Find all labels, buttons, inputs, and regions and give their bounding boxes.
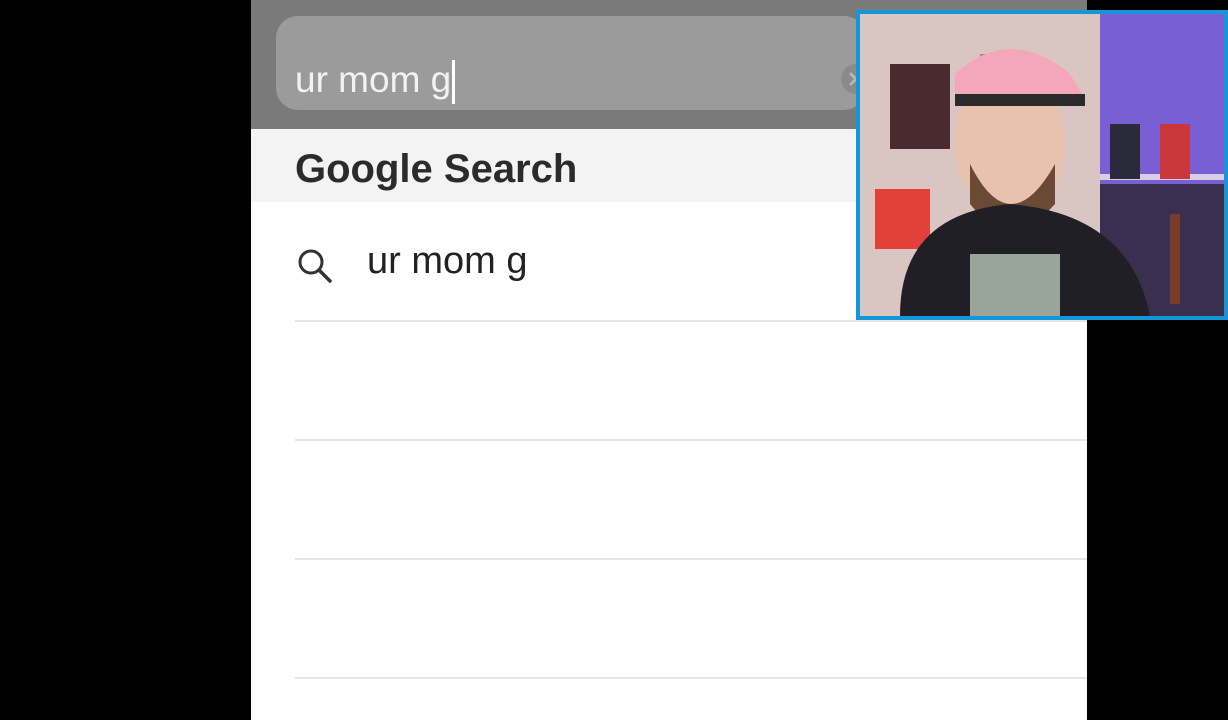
webcam-overlay (856, 10, 1228, 320)
search-field[interactable]: ur mom g (276, 16, 871, 110)
section-title: Google Search (295, 147, 578, 191)
suggestion-text: ur mom g (367, 240, 528, 282)
divider (295, 558, 1087, 560)
divider (295, 320, 1087, 322)
search-input-text: ur mom g (295, 59, 452, 100)
webcam-feed-image (860, 14, 1224, 316)
text-caret (452, 60, 456, 105)
search-input[interactable]: ur mom g (295, 59, 456, 105)
divider (295, 439, 1087, 441)
search-icon (298, 249, 332, 283)
divider (295, 677, 1087, 679)
